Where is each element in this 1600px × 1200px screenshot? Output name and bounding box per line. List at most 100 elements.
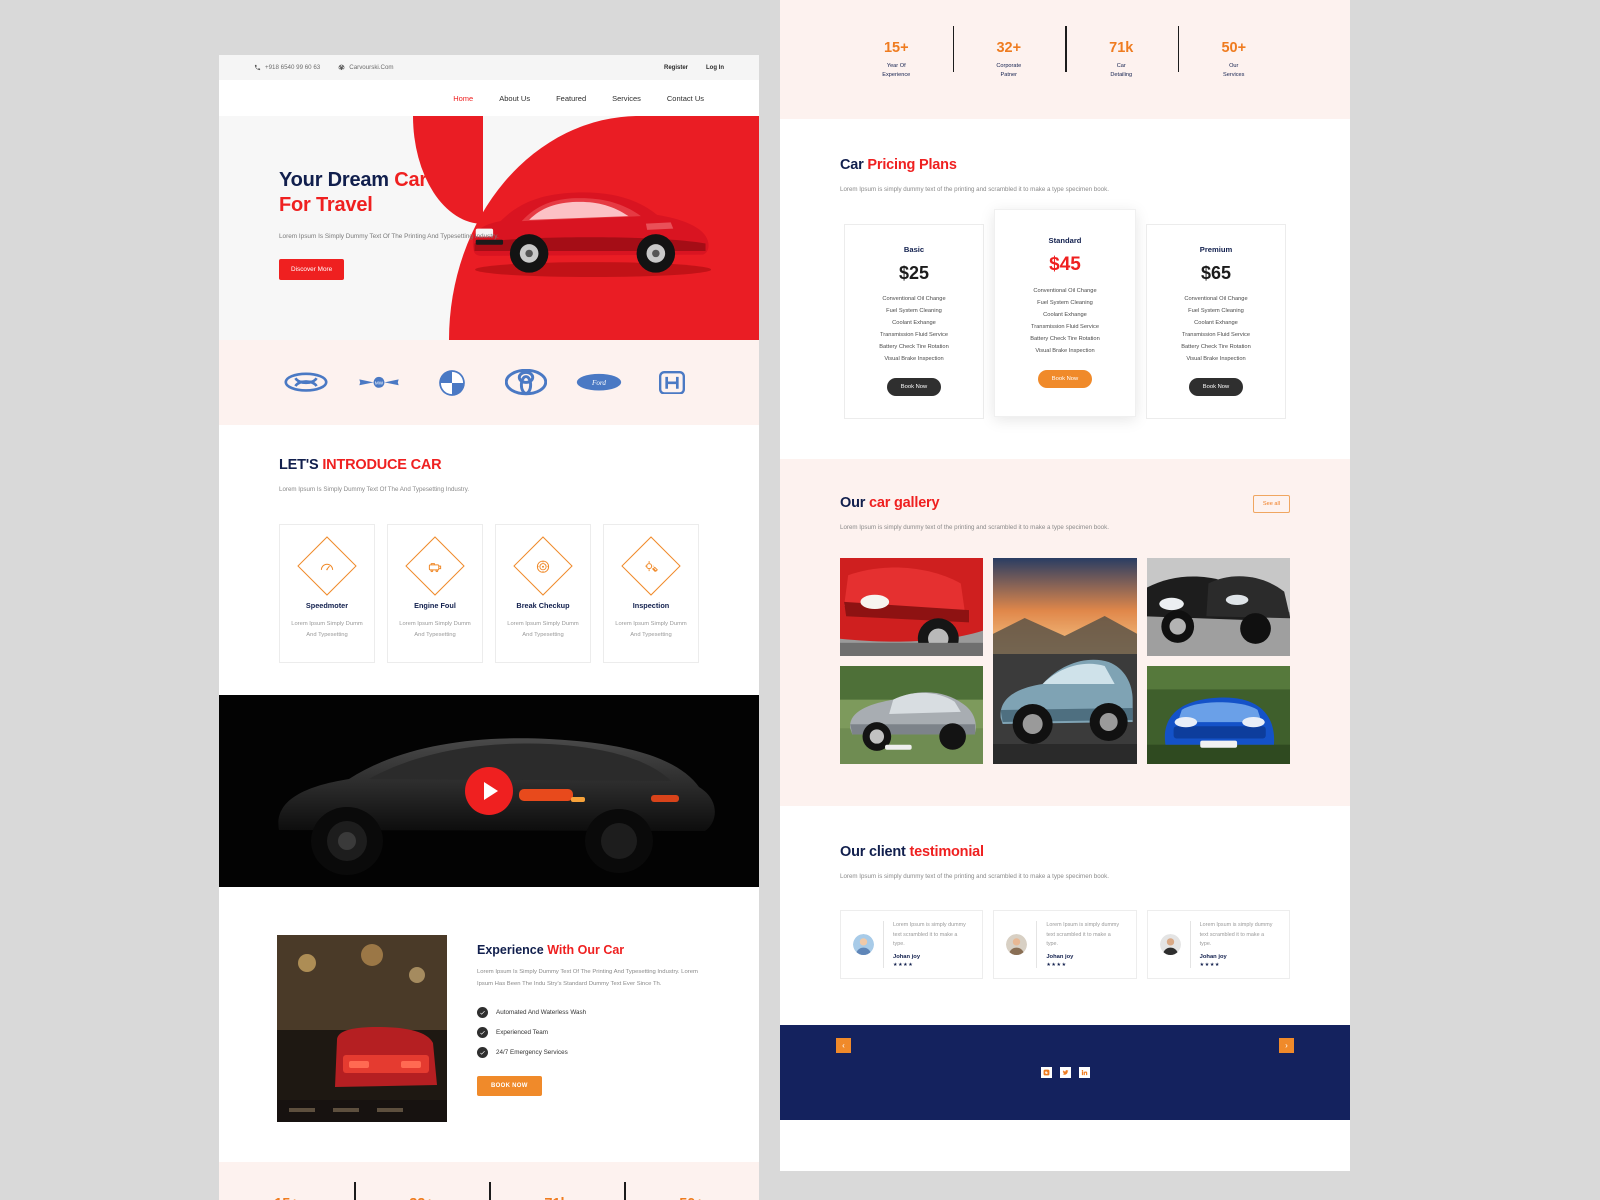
gallery-title-part1: Our: [840, 494, 870, 511]
hyundai-logo-icon: [282, 370, 330, 396]
book-now-button-basic[interactable]: Book Now: [886, 377, 942, 396]
plan-feature-list: Conventional Oil Change Fuel System Clea…: [853, 296, 975, 362]
nav-item-featured[interactable]: Featured: [556, 94, 586, 103]
testimonial-card[interactable]: Lorem Ipsum is simply dummy text scrambl…: [840, 910, 984, 979]
testimonial-title: Our client testimonial: [840, 844, 1290, 860]
nav-item-home[interactable]: Home: [453, 94, 473, 103]
feature-label: 24/7 Emergency Services: [496, 1048, 568, 1056]
book-now-button-standard[interactable]: Book Now: [1037, 370, 1093, 389]
top-bar-contact-group: +918 6540 99 60 63 Carvourski.Com: [254, 64, 394, 71]
service-card-engine-foul[interactable]: Engine Foul Lorem Ipsum Simply Dumm And …: [387, 523, 483, 664]
register-link[interactable]: Register: [664, 65, 688, 71]
play-triangle-icon: [484, 782, 498, 801]
pricing-card-premium[interactable]: Premium $65 Conventional Oil Change Fuel…: [1146, 223, 1286, 419]
testimonial-card[interactable]: Lorem Ipsum is simply dummy text scrambl…: [1146, 910, 1290, 979]
speedometer-icon: [297, 536, 357, 596]
phone-contact[interactable]: +918 6540 99 60 63: [254, 64, 320, 71]
linkedin-icon[interactable]: [1078, 1066, 1090, 1078]
video-section[interactable]: [219, 695, 759, 888]
book-now-button-premium[interactable]: Book Now: [1188, 377, 1244, 396]
stat-corporate-partner: 32+: [354, 1182, 489, 1200]
plan-feature: Battery Check Tire Rotation: [1181, 343, 1251, 350]
testimonial-prev-button[interactable]: ‹: [836, 1037, 851, 1053]
nav-item-about-us[interactable]: About Us: [499, 94, 530, 103]
list-item: Automated And Waterless Wash: [477, 1006, 699, 1018]
plan-feature: Fuel System Cleaning: [1037, 300, 1093, 307]
introduce-title-part1: LET'S: [279, 457, 323, 473]
plan-feature: Fuel System Cleaning: [886, 307, 942, 314]
service-card-inspection[interactable]: Inspection Lorem Ipsum Simply Dumm And T…: [603, 523, 699, 664]
stat-label: Car Detailing: [1065, 62, 1178, 80]
globe-icon: [338, 64, 345, 71]
plan-feature: Fuel System Cleaning: [1188, 307, 1244, 314]
testimonial-cards: Lorem Ipsum is simply dummy text scrambl…: [840, 910, 1290, 979]
gallery-item-blue-sportscar[interactable]: [993, 557, 1137, 764]
feature-label: Automated And Waterless Wash: [496, 1008, 587, 1016]
testimonial-next-button[interactable]: ›: [1279, 1037, 1294, 1053]
experience-feature-list: Automated And Waterless Wash Experienced…: [477, 1006, 699, 1058]
plan-name: Premium: [1199, 244, 1233, 254]
twitter-icon[interactable]: [1059, 1066, 1071, 1078]
gallery-item-blue-bmw[interactable]: [1146, 665, 1290, 764]
plan-name: Standard: [1048, 236, 1082, 246]
login-link[interactable]: Log In: [706, 65, 724, 71]
plan-feature: Battery Check Tire Rotation: [1030, 336, 1100, 343]
introduce-subtitle: Lorem Ipsum Is Simply Dummy Text Of The …: [279, 486, 470, 493]
hero-subtitle: Lorem Ipsum Is Simply Dummy Text Of The …: [279, 233, 499, 240]
brand-logos-strip: MW Ford: [219, 340, 759, 425]
experience-street-image: [277, 935, 447, 1123]
experience-section: Experience With Our Car Lorem Ipsum Is S…: [219, 887, 759, 1163]
gallery-header: Our car gallery Lorem Ipsum is simply du…: [840, 494, 1290, 534]
testimonial-body: Lorem Ipsum is simply dummy text scrambl…: [1036, 921, 1123, 968]
testimonial-body: Lorem Ipsum is simply dummy text scrambl…: [1189, 921, 1277, 968]
svg-text:MW: MW: [375, 381, 384, 386]
instagram-icon[interactable]: [1040, 1066, 1052, 1078]
pricing-subtitle: Lorem Ipsum is simply dummy text of the …: [840, 186, 1109, 193]
service-card-desc: Lorem Ipsum Simply Dumm And Typesetting: [507, 620, 579, 638]
svg-text:Ford: Ford: [591, 379, 606, 387]
gallery-item-black-cars-row[interactable]: [1146, 557, 1290, 656]
see-all-button[interactable]: See all: [1252, 494, 1290, 513]
service-card-break-checkup[interactable]: Break Checkup Lorem Ipsum Simply Dumm An…: [495, 523, 591, 664]
check-circle-icon: [477, 1006, 488, 1018]
book-now-button[interactable]: BOOK NOW: [477, 1075, 542, 1096]
testimonial-rating: ★★★★: [1046, 961, 1067, 968]
discover-more-button[interactable]: Discover More: [279, 258, 345, 280]
play-button[interactable]: [465, 767, 513, 816]
nav-item-contact-us[interactable]: Contact Us: [667, 94, 704, 103]
gallery-item-silver-mercedes[interactable]: [840, 665, 984, 764]
testimonial-text: Lorem Ipsum is simply dummy text scrambl…: [1046, 922, 1120, 948]
top-bar: +918 6540 99 60 63 Carvourski.Com Regist…: [219, 55, 759, 80]
testimonial-author: Johan joy: [1199, 953, 1227, 960]
testimonial-subtitle: Lorem Ipsum is simply dummy text of the …: [840, 872, 1109, 880]
service-card-speedmoter[interactable]: Speedmoter Lorem Ipsum Simply Dumm And T…: [279, 523, 375, 664]
gallery-item-red-car[interactable]: [840, 557, 984, 656]
pricing-card-standard[interactable]: Standard $45 Conventional Oil Change Fue…: [994, 209, 1136, 418]
service-card-desc: Lorem Ipsum Simply Dumm And Typesetting: [291, 620, 363, 638]
pricing-card-basic[interactable]: Basic $25 Conventional Oil Change Fuel S…: [844, 223, 984, 419]
gallery-section: Our car gallery Lorem Ipsum is simply du…: [780, 458, 1350, 806]
email-contact[interactable]: Carvourski.Com: [338, 64, 394, 71]
stats-strip-right: 15+ Year Of Experience 32+ Corporate Pat…: [780, 0, 1350, 119]
plan-feature: Coolant Exhange: [1194, 319, 1238, 326]
plan-feature: Transmission Fluid Service: [1181, 331, 1251, 338]
stat-label-line2: Detailing: [1110, 71, 1133, 78]
list-item: 24/7 Emergency Services: [477, 1046, 699, 1058]
introduce-title-part2: INTRODUCE CAR: [322, 457, 442, 473]
pricing-title-part2: Pricing Plans: [867, 157, 957, 173]
stat-car-detailing: 71k: [489, 1182, 624, 1200]
plan-feature: Conventional Oil Change: [882, 295, 946, 302]
introduce-car-section: LET'S INTRODUCE CAR Lorem Ipsum Is Simpl…: [219, 425, 759, 664]
service-card-desc: Lorem Ipsum Simply Dumm And Typesetting: [615, 620, 687, 638]
testimonial-card[interactable]: Lorem Ipsum is simply dummy text scrambl…: [993, 910, 1137, 979]
stat-number: 50+: [624, 1196, 759, 1200]
hero-text-block: Your Dream Car For Travel Lorem Ipsum Is…: [279, 168, 509, 280]
email-text: Carvourski.Com: [349, 64, 394, 71]
nav-item-services[interactable]: Services: [612, 94, 641, 103]
testimonial-title-part1: Our client: [840, 843, 910, 860]
stat-label-line1: Corporate: [996, 62, 1022, 69]
stat-number: 71k: [1109, 39, 1134, 56]
stat-our-services: 50+ Our Services: [1177, 25, 1291, 80]
stat-label: Our Services: [1178, 62, 1291, 80]
testimonial-text: Lorem Ipsum is simply dummy text scrambl…: [1199, 922, 1273, 948]
